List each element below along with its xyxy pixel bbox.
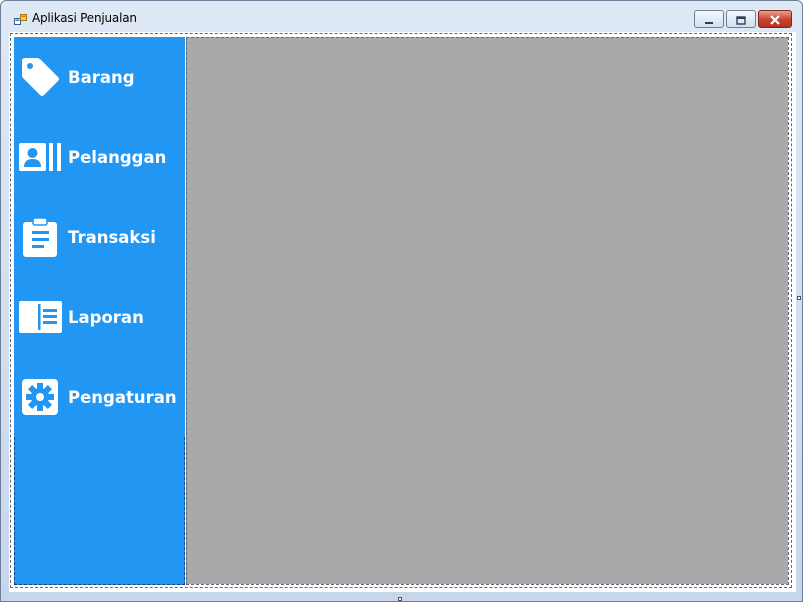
sidebar-item-pelanggan[interactable]: Pelanggan [14, 127, 185, 187]
sidebar-item-laporan[interactable]: Laporan [14, 287, 185, 347]
close-button[interactable] [758, 10, 792, 28]
sidebar-item-pengaturan[interactable]: Pengaturan [14, 367, 185, 427]
sidebar-item-label: Pengaturan [68, 387, 177, 407]
minimize-icon [704, 10, 714, 29]
sidebar-menu: Barang Pelanggan Transaksi Laporan Penga… [14, 37, 185, 585]
clipboard-icon [16, 213, 64, 261]
maximize-icon [736, 10, 746, 29]
sidebar-item-transaksi[interactable]: Transaksi [14, 207, 185, 267]
sidebar-item-label: Barang [68, 67, 135, 87]
main-content-panel[interactable] [186, 37, 788, 584]
sidebar-item-label: Laporan [68, 307, 144, 327]
sidebar-item-label: Transaksi [68, 227, 156, 247]
sidebar-item-barang[interactable]: Barang [14, 47, 185, 107]
gear-icon [16, 373, 64, 421]
app-icon [14, 12, 28, 26]
resize-grip-right[interactable] [797, 296, 801, 300]
caption-buttons [694, 10, 792, 28]
window-title: Aplikasi Penjualan [32, 11, 137, 25]
maximize-button[interactable] [726, 10, 756, 28]
minimize-button[interactable] [694, 10, 724, 28]
contact-card-icon [16, 133, 64, 181]
resize-grip-bottom[interactable] [398, 597, 402, 601]
close-icon [769, 10, 781, 29]
sidebar-item-label: Pelanggan [68, 147, 167, 167]
tag-icon [16, 53, 64, 101]
title-bar[interactable]: Aplikasi Penjualan [1, 1, 802, 31]
report-icon [16, 293, 64, 341]
